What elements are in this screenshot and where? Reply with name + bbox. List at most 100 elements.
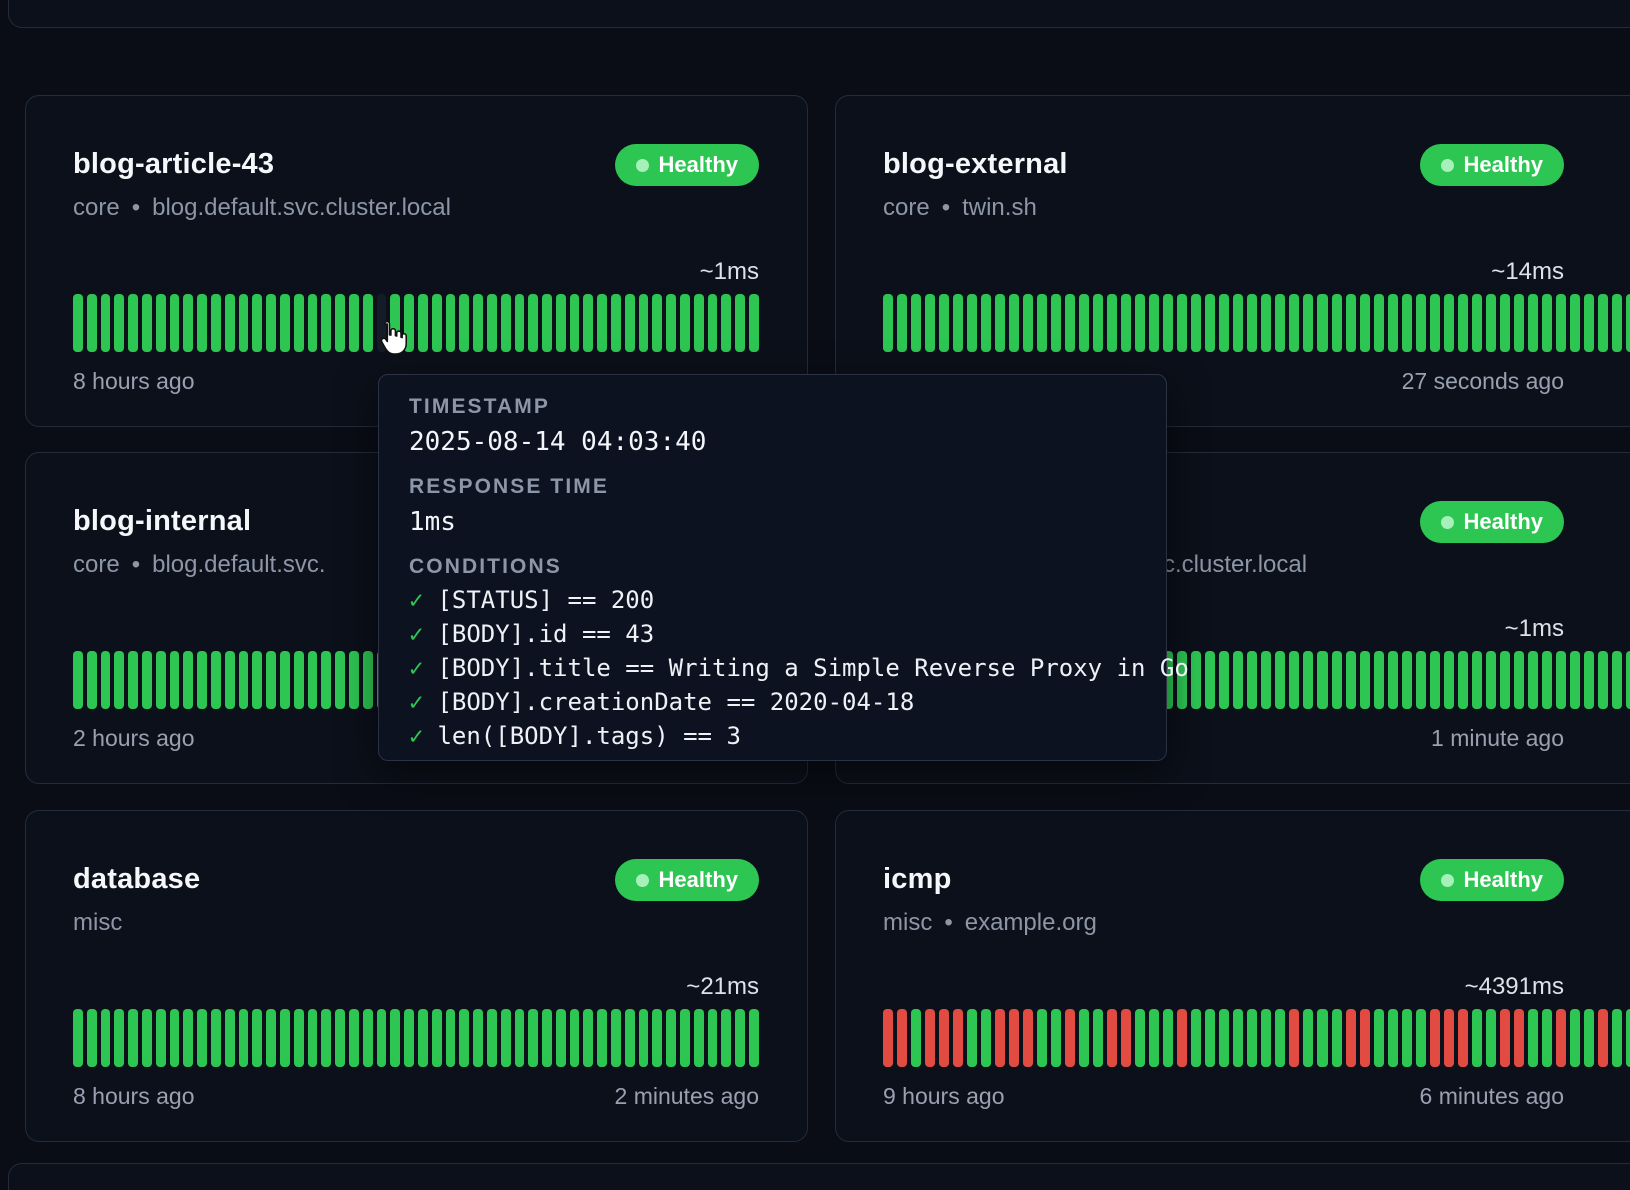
status-bar[interactable] (114, 651, 124, 709)
status-bar[interactable] (473, 1009, 483, 1067)
status-bar[interactable] (1332, 1009, 1342, 1067)
status-bar[interactable] (1135, 1009, 1145, 1067)
status-bar[interactable] (1037, 294, 1047, 352)
status-bar[interactable] (1191, 294, 1201, 352)
status-bar[interactable] (239, 1009, 249, 1067)
status-bar[interactable] (487, 1009, 497, 1067)
status-bar[interactable] (239, 294, 249, 352)
status-bar[interactable] (1289, 294, 1299, 352)
status-bar[interactable] (1093, 294, 1103, 352)
status-bar[interactable] (570, 294, 580, 352)
status-bar[interactable] (1514, 651, 1524, 709)
status-bar[interactable] (1360, 1009, 1370, 1067)
status-bar[interactable] (1065, 294, 1075, 352)
status-bar[interactable] (1444, 651, 1454, 709)
status-bar[interactable] (1486, 294, 1496, 352)
status-bar[interactable] (1472, 1009, 1482, 1067)
status-bar[interactable] (252, 651, 262, 709)
status-bar[interactable] (211, 1009, 221, 1067)
status-bar[interactable] (542, 1009, 552, 1067)
status-bar[interactable] (1205, 294, 1215, 352)
status-bar[interactable] (156, 1009, 166, 1067)
status-bar[interactable] (1388, 294, 1398, 352)
status-bar[interactable] (1430, 651, 1440, 709)
status-bar[interactable] (1598, 1009, 1608, 1067)
status-bar[interactable] (611, 1009, 621, 1067)
status-bar[interactable] (528, 1009, 538, 1067)
status-bar[interactable] (1570, 294, 1580, 352)
partial-card-above[interactable] (8, 0, 1630, 28)
status-bar[interactable] (459, 1009, 469, 1067)
status-bar[interactable] (1598, 651, 1608, 709)
status-bar[interactable] (170, 651, 180, 709)
status-bar[interactable] (266, 651, 276, 709)
status-bar[interactable] (294, 651, 304, 709)
status-bar[interactable] (1009, 294, 1019, 352)
status-bar[interactable] (542, 294, 552, 352)
status-bar[interactable] (1303, 1009, 1313, 1067)
status-bar[interactable] (280, 651, 290, 709)
status-bar[interactable] (101, 294, 111, 352)
status-bar[interactable] (639, 1009, 649, 1067)
status-bar[interactable] (1177, 294, 1187, 352)
status-bar[interactable] (1009, 1009, 1019, 1067)
status-bar[interactable] (694, 1009, 704, 1067)
status-bar[interactable] (1261, 651, 1271, 709)
status-bar[interactable] (1023, 294, 1033, 352)
status-bar[interactable] (183, 651, 193, 709)
status-bar[interactable] (1149, 1009, 1159, 1067)
status-bar[interactable] (1177, 1009, 1187, 1067)
status-bar[interactable] (321, 1009, 331, 1067)
status-bar[interactable] (515, 294, 525, 352)
status-bar[interactable] (170, 1009, 180, 1067)
status-bar[interactable] (1261, 1009, 1271, 1067)
status-bar[interactable] (708, 1009, 718, 1067)
status-bar[interactable] (128, 1009, 138, 1067)
status-bar[interactable] (308, 294, 318, 352)
status-bar[interactable] (446, 294, 456, 352)
status-bar[interactable] (1247, 294, 1257, 352)
status-bar[interactable] (597, 294, 607, 352)
status-bar[interactable] (967, 294, 977, 352)
status-bar[interactable] (1219, 294, 1229, 352)
status-bar[interactable] (1317, 1009, 1327, 1067)
status-bar[interactable] (1584, 294, 1594, 352)
status-bar[interactable] (1163, 1009, 1173, 1067)
status-bar[interactable] (418, 294, 428, 352)
status-bar[interactable] (1233, 651, 1243, 709)
status-bar[interactable] (501, 1009, 511, 1067)
status-bar[interactable] (666, 1009, 676, 1067)
status-bar[interactable] (1402, 651, 1412, 709)
status-bar[interactable] (1402, 1009, 1412, 1067)
status-bar[interactable] (1570, 1009, 1580, 1067)
status-bar[interactable] (1528, 294, 1538, 352)
status-bar[interactable] (1388, 651, 1398, 709)
status-bar[interactable] (995, 1009, 1005, 1067)
status-bar[interactable] (211, 294, 221, 352)
status-bar[interactable] (925, 294, 935, 352)
status-bar[interactable] (308, 1009, 318, 1067)
status-bar[interactable] (883, 294, 893, 352)
status-bar[interactable] (1093, 1009, 1103, 1067)
status-bar[interactable] (473, 294, 483, 352)
status-bar[interactable] (1289, 1009, 1299, 1067)
status-bar[interactable] (1360, 294, 1370, 352)
status-bar[interactable] (1275, 294, 1285, 352)
monitor-card-icmp[interactable]: icmp misc • example.org Healthy ~4391ms … (835, 810, 1630, 1142)
status-bar[interactable] (321, 651, 331, 709)
status-bar[interactable] (432, 294, 442, 352)
status-bar[interactable] (625, 294, 635, 352)
status-bar[interactable] (1472, 651, 1482, 709)
status-bar[interactable] (404, 1009, 414, 1067)
status-bar[interactable] (1205, 651, 1215, 709)
status-bar[interactable] (680, 1009, 690, 1067)
status-bar[interactable] (459, 294, 469, 352)
status-bar[interactable] (1416, 294, 1426, 352)
status-bar[interactable] (939, 294, 949, 352)
status-bar[interactable] (156, 294, 166, 352)
status-bar[interactable] (1430, 1009, 1440, 1067)
status-bar[interactable] (1233, 294, 1243, 352)
status-bar[interactable] (911, 1009, 921, 1067)
status-bar[interactable] (1556, 1009, 1566, 1067)
status-bar[interactable] (1514, 294, 1524, 352)
